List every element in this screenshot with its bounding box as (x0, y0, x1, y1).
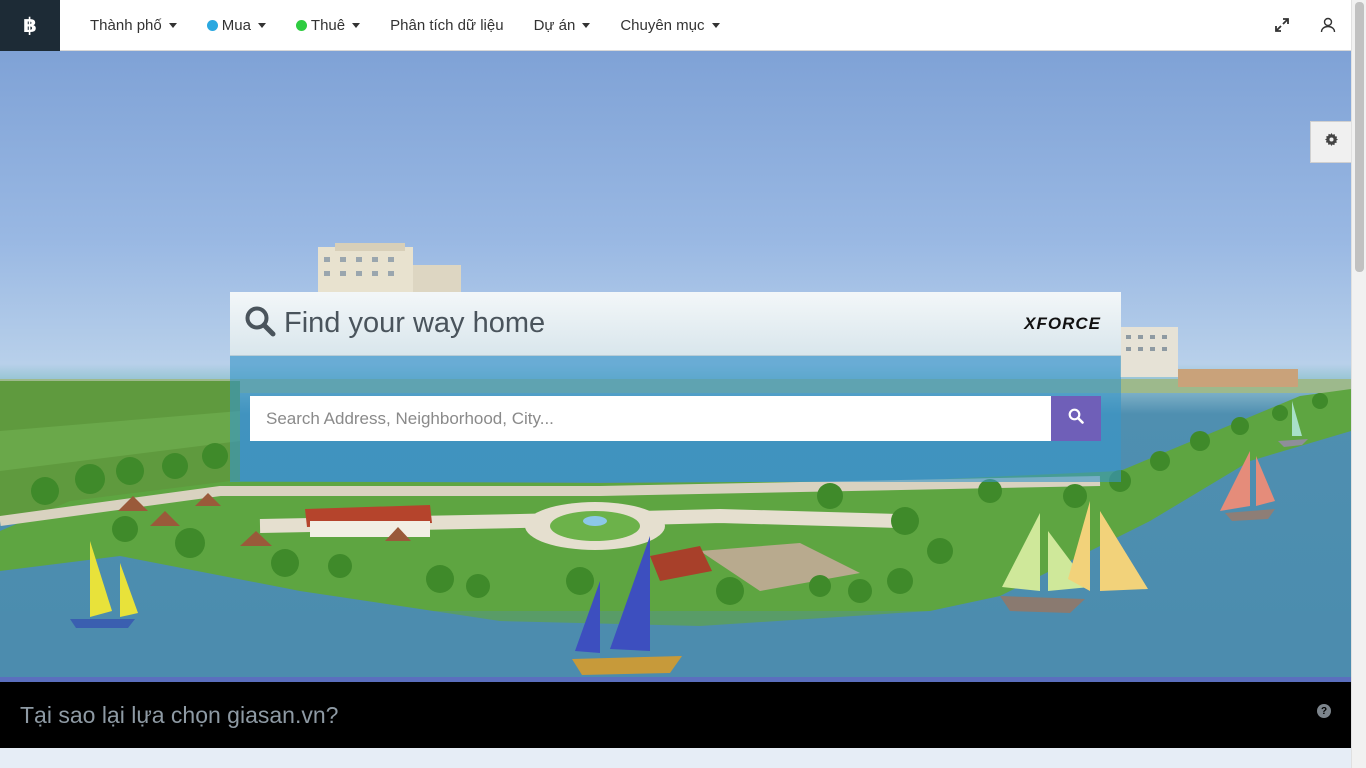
nav-item-buy[interactable]: Mua (192, 0, 281, 51)
nav-right-tools (1259, 0, 1351, 51)
scrollbar-thumb[interactable] (1355, 2, 1364, 272)
caret-down-icon (711, 22, 720, 28)
search-title: Find your way home (284, 307, 546, 339)
nav-item-analytics[interactable]: Phân tích dữ liệu (375, 0, 518, 51)
nav-item-categories[interactable]: Chuyên mục (605, 0, 734, 51)
nav-item-label: Dự án (533, 16, 576, 34)
caret-down-icon (168, 22, 177, 28)
nav-item-label: Phân tích dữ liệu (390, 16, 504, 34)
nav-item-city[interactable]: Thành phố (75, 0, 192, 51)
nav-item-projects[interactable]: Dự án (519, 0, 606, 51)
logo-glyph: ฿ (23, 14, 37, 37)
nav-item-label: Thuê (310, 16, 346, 34)
caret-down-icon (257, 22, 266, 28)
status-dot-icon (206, 19, 218, 31)
nav-item-label: Thành phố (90, 16, 162, 34)
caret-down-icon (352, 22, 361, 28)
top-navbar: ฿ Thành phố Mua Thuê Phân tích dữ liệu D… (0, 0, 1351, 51)
nav-item-rent[interactable]: Thuê (281, 0, 375, 51)
status-dot-icon (295, 19, 307, 31)
settings-toggle[interactable] (1310, 121, 1351, 163)
search-panel: Find your way home XFORCE (230, 292, 1121, 482)
nav-item-label: Mua (221, 16, 251, 34)
search-icon (1068, 408, 1084, 429)
page-scrollbar[interactable] (1351, 0, 1366, 768)
question-circle-icon[interactable]: ? (1317, 704, 1331, 718)
why-section-bar: Tại sao lại lựa chọn giasan.vn? ? (0, 682, 1351, 748)
nav-item-label: Chuyên mục (620, 16, 705, 34)
footer-strip (0, 748, 1351, 768)
expand-icon[interactable] (1259, 0, 1305, 51)
search-input[interactable] (250, 396, 1051, 441)
logo[interactable]: ฿ (0, 0, 60, 51)
caret-down-icon (582, 22, 591, 28)
gear-icon (1324, 133, 1338, 151)
main-nav: Thành phố Mua Thuê Phân tích dữ liệu Dự … (75, 0, 735, 51)
search-header: Find your way home XFORCE (230, 292, 1121, 356)
hero-banner: Find your way home XFORCE (0, 51, 1351, 677)
search-body (230, 356, 1121, 482)
search-button[interactable] (1051, 396, 1101, 441)
user-icon[interactable] (1305, 0, 1351, 51)
search-magnifier-icon (244, 305, 276, 342)
brand-logo: XFORCE (1024, 313, 1101, 333)
why-heading: Tại sao lại lựa chọn giasan.vn? (20, 701, 339, 728)
